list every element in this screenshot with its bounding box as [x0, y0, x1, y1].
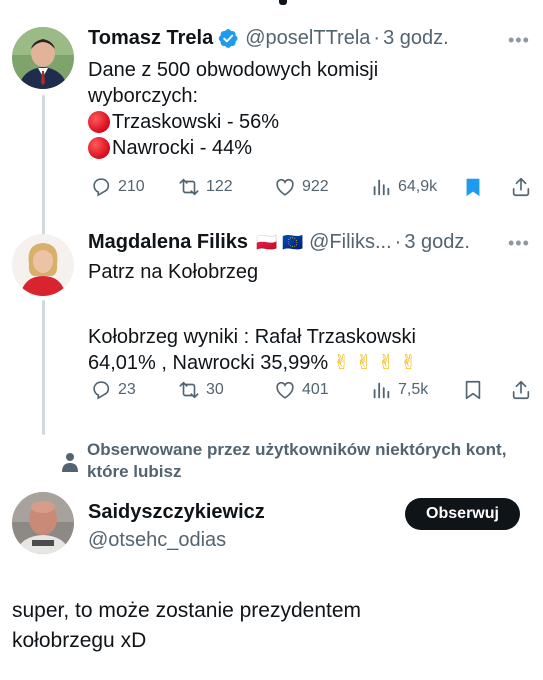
- like-button[interactable]: 401: [274, 379, 329, 401]
- tweet-line: Patrz na Kołobrzeg: [88, 261, 259, 283]
- tweet-text: Dane z 500 obwodowych komisji wyborczych…: [88, 57, 378, 161]
- account-handle[interactable]: @otsehc_odias: [88, 529, 226, 552]
- avatar[interactable]: [12, 492, 74, 554]
- views-button[interactable]: 64,9k: [370, 176, 437, 198]
- views-button[interactable]: 7,5k: [370, 379, 428, 401]
- separator-dot: ·: [373, 27, 381, 49]
- retweet-icon: [179, 381, 199, 399]
- tweet-text: Patrz na Kołobrzeg Kołobrzeg wyniki : Ra…: [88, 259, 417, 376]
- reply-button[interactable]: 23: [90, 379, 136, 401]
- reply-button[interactable]: 210: [90, 176, 145, 198]
- tweet-time[interactable]: 3 godz.: [383, 27, 449, 50]
- retweet-button[interactable]: 122: [178, 176, 233, 198]
- account-name-row: Saidyszczykiewicz: [88, 501, 265, 524]
- tweet-header: Tomasz Trela @poselTTrela · 3 godz.: [88, 27, 449, 50]
- tweet-line: Nawrocki - 44%: [88, 135, 378, 161]
- tweet-line: Dane z 500 obwodowych komisji: [88, 59, 379, 81]
- tweet-line: wyborczych:: [88, 85, 199, 107]
- author-name[interactable]: Tomasz Trela: [88, 27, 213, 50]
- retweet-button[interactable]: 30: [178, 379, 224, 401]
- views-icon: [373, 382, 390, 399]
- bookmark-icon: [466, 178, 480, 197]
- flags: 🇵🇱 🇪🇺: [256, 232, 304, 252]
- thread-line: [42, 95, 45, 235]
- red-circle-icon: [88, 137, 110, 159]
- previous-tweet-stub: [0, 0, 543, 8]
- more-icon[interactable]: •••: [508, 30, 530, 51]
- verified-icon: [218, 28, 239, 49]
- bookmark-icon: [465, 380, 481, 400]
- victory-hand-icons: ✌ ✌ ✌ ✌: [333, 352, 417, 374]
- reply-line: super, to może zostanie prezydentem: [12, 599, 362, 622]
- retweet-icon: [179, 178, 199, 196]
- tweet-line: Kołobrzeg wyniki : Rafał Trzaskowski: [88, 326, 416, 348]
- tweet-time[interactable]: 3 godz.: [404, 231, 470, 254]
- reply-icon: [93, 381, 110, 400]
- bookmark-button[interactable]: [462, 176, 484, 198]
- author-name[interactable]: Magdalena Filiks: [88, 231, 248, 254]
- thread-line: [42, 300, 45, 435]
- bookmark-button[interactable]: [462, 379, 484, 401]
- views-icon: [373, 179, 390, 196]
- tweet-actions: 210 122 922 64,9k: [90, 175, 530, 199]
- reply-icon: [93, 178, 110, 197]
- author-handle[interactable]: @Filiks...: [309, 231, 392, 254]
- reply-text: super, to może zostanie prezydentem koło…: [12, 596, 512, 656]
- account-name[interactable]: Saidyszczykiewicz: [88, 501, 265, 524]
- share-button[interactable]: [510, 379, 532, 401]
- more-icon[interactable]: •••: [508, 233, 530, 254]
- reply-line: kołobrzegu xD: [12, 629, 147, 652]
- tweet-header: Magdalena Filiks 🇵🇱 🇪🇺 @Filiks... · 3 go…: [88, 231, 470, 254]
- like-icon: [276, 178, 294, 196]
- tweet-actions: 23 30 401 7,5k: [90, 378, 530, 402]
- red-circle-icon: [88, 111, 110, 133]
- tweet-line: 64,01% , Nawrocki 35,99% ✌ ✌ ✌ ✌: [88, 352, 417, 374]
- separator-dot: ·: [394, 231, 402, 253]
- like-button[interactable]: 922: [274, 176, 329, 198]
- tweet-line: Trzaskowski - 56%: [88, 109, 378, 135]
- share-button[interactable]: [510, 176, 532, 198]
- like-icon: [276, 381, 294, 399]
- share-icon: [512, 177, 530, 197]
- share-icon: [512, 380, 530, 400]
- follow-button[interactable]: Obserwuj: [405, 498, 520, 530]
- author-handle[interactable]: @poselTTrela: [245, 27, 370, 50]
- social-context-text: Obserwowane przez użytkowników niektóryc…: [87, 440, 507, 481]
- avatar[interactable]: [12, 234, 74, 296]
- person-icon: [60, 451, 80, 473]
- tweet-line: [88, 285, 417, 311]
- avatar[interactable]: [12, 27, 74, 89]
